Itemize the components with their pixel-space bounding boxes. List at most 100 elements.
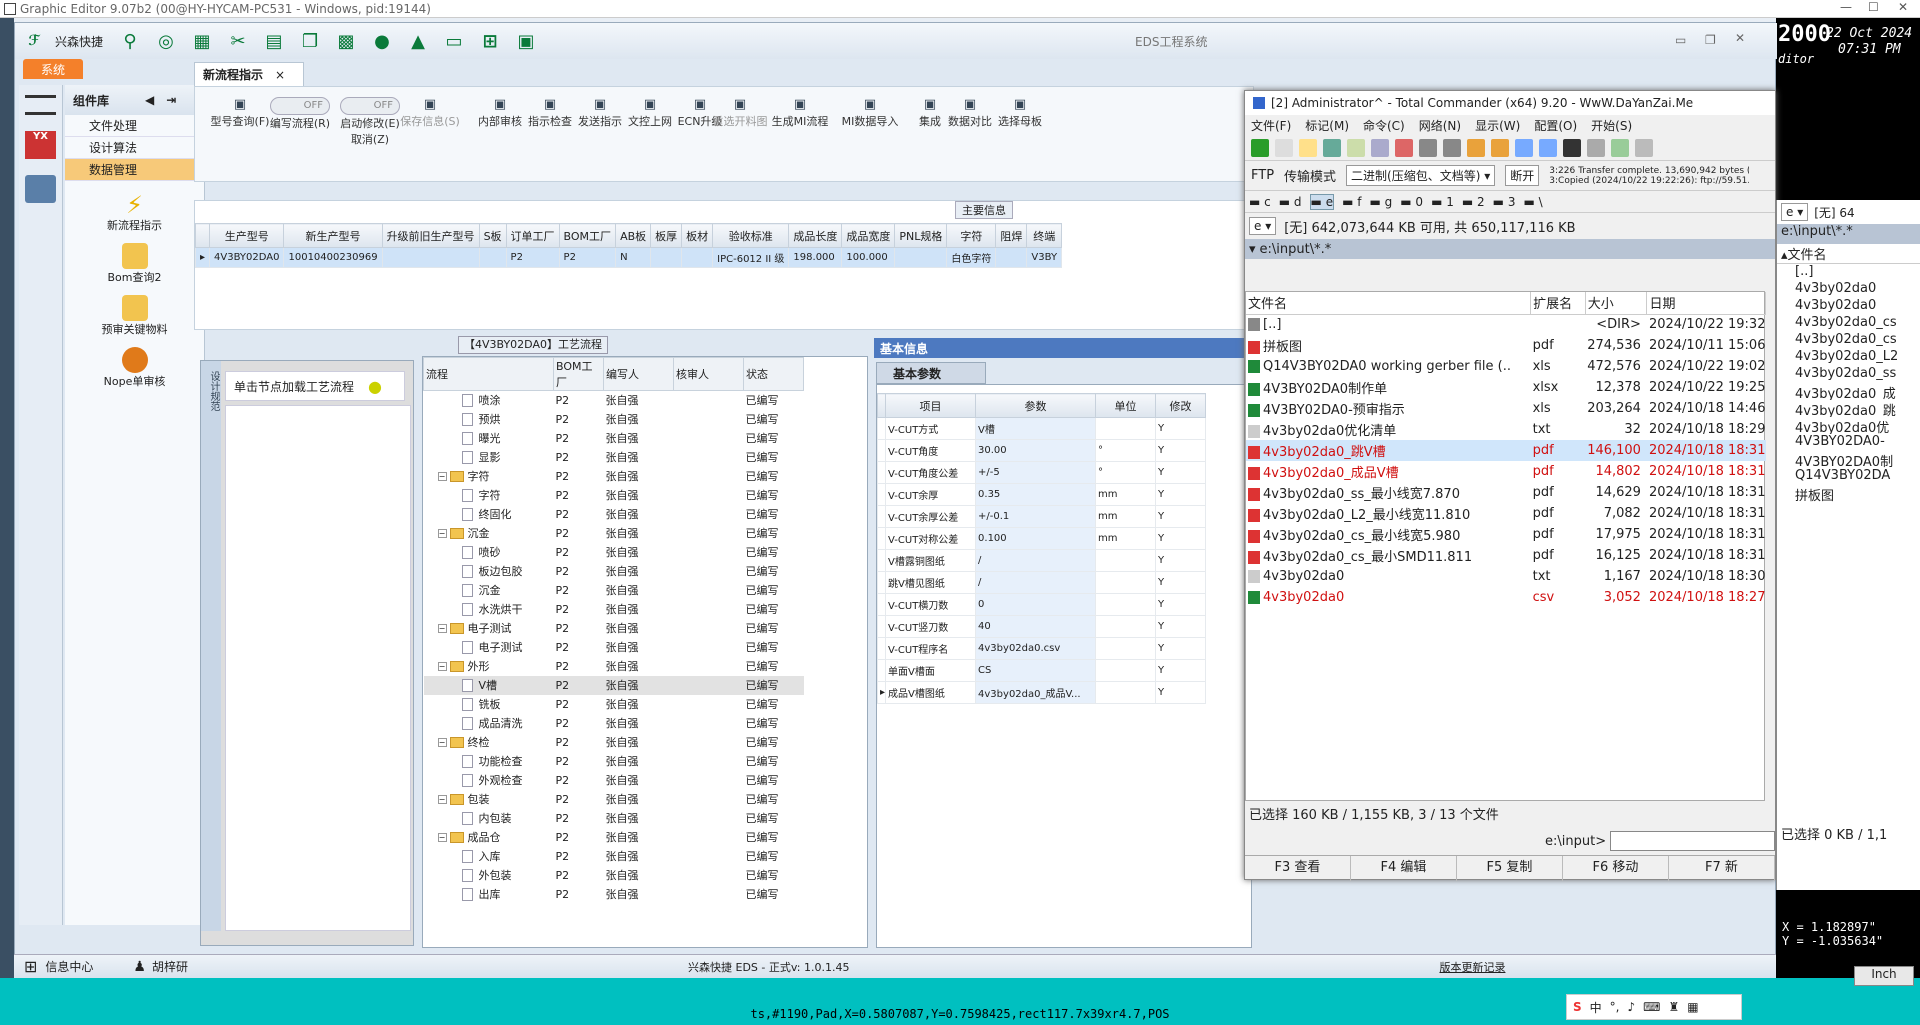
table-cell[interactable] xyxy=(650,247,683,268)
function-key-button[interactable]: F6 移动 xyxy=(1563,856,1669,881)
tc-menu-item[interactable]: 网络(N) xyxy=(1419,117,1461,134)
flow-row[interactable]: 水洗烘干 P2 张自强 已编写 xyxy=(424,600,804,619)
tc-menu-item[interactable]: 文件(F) xyxy=(1251,117,1291,134)
cad-unit-button[interactable]: Inch xyxy=(1854,966,1914,986)
system-tab[interactable]: 系统 xyxy=(23,59,83,79)
right-drive-select[interactable]: e ▾ xyxy=(1781,203,1809,221)
param-cell[interactable]: CS xyxy=(975,659,1097,682)
function-key-button[interactable]: F3 查看 xyxy=(1245,856,1351,881)
param-cell[interactable]: Y xyxy=(1155,571,1207,594)
tc-file-row[interactable]: 4v3by02da0_cs_最小SMD11.811 pdf 16,125 2024/1… xyxy=(1246,545,1766,566)
flow-row[interactable]: 曝光 P2 张自强 已编写 xyxy=(424,429,804,448)
param-cell[interactable]: V-CUT方式 xyxy=(885,417,977,440)
right-path[interactable]: e:\input\*.* xyxy=(1777,224,1920,244)
param-cell[interactable] xyxy=(1095,593,1157,616)
param-row[interactable]: V槽露铜图纸 / Y xyxy=(876,549,1207,572)
tc-file-row[interactable]: 4v3by02da0优化清单 txt 32 2024/10/18 18:29 xyxy=(1246,419,1766,440)
lib-item-bom-query[interactable]: Bom查询2 xyxy=(65,243,204,285)
right-file-row[interactable]: 4v3by02da0_cs xyxy=(1777,332,1920,349)
right-file-row[interactable]: 4v3by02da0_跳 xyxy=(1777,400,1920,417)
param-cell[interactable]: 成品V槽图纸 xyxy=(885,681,977,704)
column-header[interactable]: S板 xyxy=(478,223,507,248)
param-row[interactable]: V-CUT对称公差 0.100 mm Y xyxy=(876,527,1207,550)
right-file-row[interactable]: Q14V3BY02DA xyxy=(1777,468,1920,485)
tc-file-row[interactable]: 4v3by02da0_L2_最小线宽11.810 pdf 7,082 2024/10/… xyxy=(1246,503,1766,524)
param-row[interactable]: V-CUT横刀数 0 Y xyxy=(876,593,1207,616)
drive-button[interactable]: ▬ 3 xyxy=(1493,195,1516,209)
data-module-icon[interactable] xyxy=(25,175,56,203)
lifebuoy-icon[interactable]: ◎ xyxy=(151,27,181,55)
table-cell[interactable]: 100.000 xyxy=(841,247,896,268)
param-cell[interactable]: ° xyxy=(1095,461,1157,484)
tree-icon[interactable] xyxy=(1347,138,1365,157)
table-cell[interactable]: N xyxy=(615,247,652,268)
param-cell[interactable]: Y xyxy=(1155,593,1207,616)
user-icon[interactable]: ● xyxy=(367,27,397,55)
flow-row[interactable]: 电子测试 P2 张自强 已编写 xyxy=(424,638,804,657)
scissors-icon[interactable]: ✂ xyxy=(223,27,253,55)
param-cell[interactable]: Y xyxy=(1155,483,1207,506)
expand-icon[interactable]: − xyxy=(437,471,447,481)
expand-icon[interactable]: − xyxy=(437,661,447,671)
flow-row[interactable]: 字符 P2 张自强 已编写 xyxy=(424,486,804,505)
unpack-icon[interactable] xyxy=(1491,138,1509,157)
table-cell[interactable] xyxy=(995,247,1028,268)
copy-icon[interactable]: ❐ xyxy=(295,27,325,55)
param-cell[interactable]: / xyxy=(975,571,1097,594)
right-file-row[interactable]: 4V3BY02DA0制 xyxy=(1777,451,1920,468)
back-icon[interactable] xyxy=(1419,138,1437,157)
drive-button[interactable]: ▬ d xyxy=(1279,195,1302,209)
flow-column-header[interactable]: 状态 xyxy=(743,357,804,391)
right-file-row[interactable]: 4v3by02da0 xyxy=(1777,298,1920,315)
param-cell[interactable]: V-CUT竖刀数 xyxy=(885,615,977,638)
toggle-switch[interactable]: OFF xyxy=(270,97,330,115)
param-cell[interactable]: mm xyxy=(1095,505,1157,528)
chart-icon[interactable]: ▲ xyxy=(403,27,433,55)
tc-path-bar[interactable]: ▾ e:\input\*.* xyxy=(1245,239,1775,259)
column-header[interactable]: 新生产型号 xyxy=(283,223,383,248)
param-cell[interactable]: ° xyxy=(1095,439,1157,462)
tc-menu-item[interactable]: 命令(C) xyxy=(1363,117,1405,134)
column-header[interactable]: PNL规格 xyxy=(894,223,948,248)
param-cell[interactable]: +/-0.1 xyxy=(975,505,1097,528)
param-cell[interactable] xyxy=(1095,659,1157,682)
drive-button[interactable]: ▬ g xyxy=(1369,195,1392,209)
compare-icon[interactable] xyxy=(1371,138,1389,157)
eds-restore-button[interactable]: ❐ xyxy=(1705,33,1716,47)
param-row[interactable]: V-CUT竖刀数 40 Y xyxy=(876,615,1207,638)
grid-icon[interactable]: ▩ xyxy=(331,27,361,55)
ribbon-button[interactable]: ▣ 生成MI流程 xyxy=(765,97,835,129)
param-row[interactable]: 单面V槽面 CS Y xyxy=(876,659,1207,682)
tc-menu-item[interactable]: 开始(S) xyxy=(1591,117,1632,134)
right-file-row[interactable]: 4v3by02da0_ss xyxy=(1777,366,1920,383)
param-cell[interactable]: +/-5 xyxy=(975,461,1097,484)
right-file-row[interactable]: 4v3by02da0_cs xyxy=(1777,315,1920,332)
table-cell[interactable]: 4V3BY02DA0 xyxy=(209,247,285,268)
param-column-header[interactable]: 项目 xyxy=(885,393,977,418)
film-icon[interactable]: ▤ xyxy=(259,27,289,55)
flow-row[interactable]: − 终检 P2 张自强 已编写 xyxy=(424,733,804,752)
pin-icon[interactable]: ⇥ xyxy=(166,93,176,107)
forward-icon[interactable] xyxy=(1443,138,1461,157)
info-center-label[interactable]: 信息中心 xyxy=(45,958,93,975)
param-cell[interactable] xyxy=(1095,615,1157,638)
column-header[interactable]: BOM工厂 xyxy=(558,223,617,248)
param-column-header[interactable]: 单位 xyxy=(1095,393,1157,418)
param-cell[interactable]: V-CUT程序名 xyxy=(885,637,977,660)
param-cell[interactable]: 0.35 xyxy=(975,483,1097,506)
drive-select[interactable]: e ▾ xyxy=(1249,217,1277,235)
flow-row[interactable]: 内包装 P2 张自强 已编写 xyxy=(424,809,804,828)
param-cell[interactable]: / xyxy=(975,549,1097,572)
table-cell[interactable] xyxy=(381,247,480,268)
expand-icon[interactable]: − xyxy=(437,623,447,633)
tc-file-row[interactable]: [..] <DIR> 2024/10/22 19:32 xyxy=(1246,314,1766,335)
param-cell[interactable]: Y xyxy=(1155,615,1207,638)
flow-row[interactable]: − 电子测试 P2 张自强 已编写 xyxy=(424,619,804,638)
param-row[interactable]: V-CUT余厚公差 +/-0.1 mm Y xyxy=(876,505,1207,528)
param-cell[interactable] xyxy=(1095,549,1157,572)
collapse-left-icon[interactable]: ◀ xyxy=(145,93,154,107)
param-cell[interactable]: 4v3by02da0_成品V... xyxy=(975,681,1097,704)
param-cell[interactable]: V槽 xyxy=(975,417,1097,440)
flow-row[interactable]: − 外形 P2 张自强 已编写 xyxy=(424,657,804,676)
drive-button[interactable]: ▬ 0 xyxy=(1400,195,1423,209)
